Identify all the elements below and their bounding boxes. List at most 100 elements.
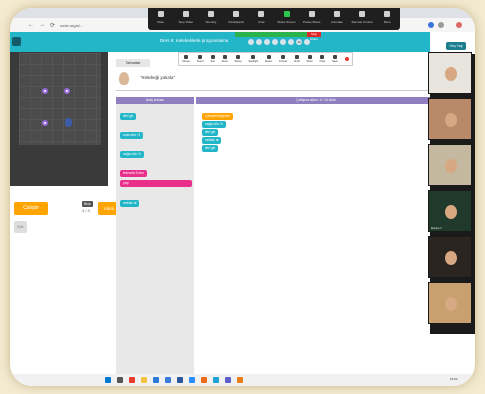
annotate-tool[interactable]: Redo <box>307 55 313 63</box>
microphone-icon <box>157 11 164 17</box>
profile-icon[interactable] <box>438 22 444 28</box>
level-progress: 10 <box>248 39 310 45</box>
eraser-icon <box>266 55 271 59</box>
level-dot-current[interactable]: 10 <box>296 39 302 45</box>
toolbox-block[interactable]: nektar al <box>120 200 140 207</box>
annotate-tool[interactable]: Undo <box>294 55 300 63</box>
reload-icon[interactable]: ⟳ <box>50 22 55 29</box>
annotate-tool[interactable]: Spotlight <box>248 55 258 63</box>
start-icon[interactable] <box>105 377 111 383</box>
participant-face <box>445 113 457 127</box>
participant-video-tile[interactable]: Zeynep Y <box>428 190 472 232</box>
annotate-tool[interactable]: Text <box>210 55 215 63</box>
zoom-toolbar-item[interactable]: Stop Video <box>175 11 197 24</box>
zoom-toolbar-item[interactable]: Annotate <box>326 11 348 24</box>
forward-icon[interactable]: → <box>39 22 45 28</box>
format-icon <box>281 55 286 59</box>
stop-share-button[interactable]: Stop Share <box>307 32 321 41</box>
annotation-toolbar: Mouse Select Text Draw Stamp Spotlight Eraser F… <box>178 52 353 66</box>
zoom-toolbar-item[interactable]: Participants <box>225 11 247 24</box>
tab-instructions[interactable]: Talimatlar <box>116 59 150 67</box>
program-block[interactable]: ileri git <box>202 129 219 136</box>
toolbox-block[interactable]: sağa dön ↻ <box>120 151 145 158</box>
zoom-toolbar-item[interactable]: Share Screen <box>276 11 298 24</box>
store-icon[interactable] <box>153 377 159 383</box>
program-block[interactable]: ileri git <box>202 145 219 152</box>
level-dot[interactable] <box>288 39 294 45</box>
level-dot[interactable] <box>248 39 254 45</box>
video-camera-icon <box>182 11 189 17</box>
zoom-toolbar-label: Pause Share <box>303 20 321 24</box>
participant-video-tile[interactable] <box>428 144 472 186</box>
search-icon[interactable] <box>117 377 123 383</box>
clear-icon <box>320 55 325 59</box>
zoom-toolbar-label: Annotate <box>330 20 343 24</box>
explorer-icon[interactable] <box>141 377 147 383</box>
teams-icon[interactable] <box>225 377 231 383</box>
level-dot[interactable] <box>256 39 262 45</box>
word-icon[interactable] <box>177 377 183 383</box>
annotate-tool[interactable]: Format <box>279 55 287 63</box>
toolbox-block[interactable]: ileri git <box>120 113 137 120</box>
annotate-tool[interactable]: Draw <box>222 55 228 63</box>
program-block[interactable]: nektar al <box>202 137 222 144</box>
zoom-toolbar-label: Remote Control <box>351 20 373 24</box>
pencil-icon <box>333 11 340 17</box>
spotlight-icon <box>251 55 256 59</box>
annotate-tool[interactable]: Mouse <box>182 55 190 63</box>
toolbox-block[interactable]: yap <box>120 180 192 187</box>
participant-video-tile[interactable] <box>428 282 472 324</box>
annotate-tool[interactable]: Clear <box>319 55 325 63</box>
annotate-tool[interactable] <box>344 56 349 62</box>
reset-button[interactable]: Sıfır <box>14 221 27 233</box>
participant-video-tile[interactable] <box>428 52 472 94</box>
maze-grid <box>19 53 101 145</box>
run-button[interactable]: Çalıştır <box>14 202 48 215</box>
vlc-icon[interactable] <box>237 377 243 383</box>
annotate-tool[interactable]: Eraser <box>265 55 272 63</box>
level-dot[interactable] <box>280 39 286 45</box>
zoom-toolbar-item[interactable]: Mute <box>150 11 172 24</box>
edge-icon[interactable] <box>213 377 219 383</box>
zoom-toolbar-item[interactable]: Security <box>200 11 222 24</box>
annotate-tool-label: Format <box>279 60 288 63</box>
participant-video-tile[interactable] <box>428 236 472 278</box>
media-icon[interactable] <box>201 377 207 383</box>
participant-face <box>445 205 457 219</box>
code-org-logo[interactable] <box>12 37 21 46</box>
chrome-icon[interactable] <box>129 377 135 383</box>
language-button[interactable]: Geç Yap <box>446 42 466 50</box>
draw-icon <box>222 55 227 59</box>
zoom-icon[interactable] <box>189 377 195 383</box>
level-dot[interactable] <box>304 39 310 45</box>
instruction-text: "Kelebeği yakala" <box>140 75 175 80</box>
annotate-tool-label: Text <box>210 60 216 63</box>
back-icon[interactable]: ← <box>28 22 34 28</box>
level-dot[interactable] <box>272 39 278 45</box>
extension-icon[interactable] <box>428 22 434 28</box>
share-screen-icon <box>283 11 290 17</box>
zoom-toolbar-item[interactable]: Chat <box>250 11 272 24</box>
program-block[interactable]: Çalıştırıldığında <box>202 113 233 120</box>
toolbox-block[interactable]: tekrarla 5 kez <box>120 170 148 177</box>
avatar[interactable] <box>456 22 462 28</box>
zoom-toolbar-item[interactable]: More <box>376 11 398 24</box>
save-icon <box>332 55 337 59</box>
cursor-icon <box>184 55 189 59</box>
zoom-toolbar-label: Chat <box>258 20 265 24</box>
annotate-tool[interactable]: Stamp <box>234 55 242 63</box>
program-block[interactable]: sağa dön ↻ <box>202 121 227 128</box>
course-title: Ders 6: Kelebeklerle programlama <box>160 38 229 43</box>
level-dot[interactable] <box>264 39 270 45</box>
mail-icon[interactable] <box>165 377 171 383</box>
zoom-toolbar-item[interactable]: Remote Control <box>351 11 373 24</box>
clock: 15:02 <box>450 377 458 381</box>
zoom-toolbar-item[interactable]: Pause Share <box>301 11 323 24</box>
zoom-toolbar-label: Share Screen <box>277 20 296 24</box>
annotate-tool[interactable]: Select <box>197 55 204 63</box>
zoom-toolbar-label: More <box>383 20 391 24</box>
annotate-tool[interactable]: Save <box>332 55 338 63</box>
toolbox-block[interactable]: sola dön ↺ <box>120 132 144 139</box>
participant-video-tile[interactable] <box>428 98 472 140</box>
close-icon <box>344 56 349 61</box>
